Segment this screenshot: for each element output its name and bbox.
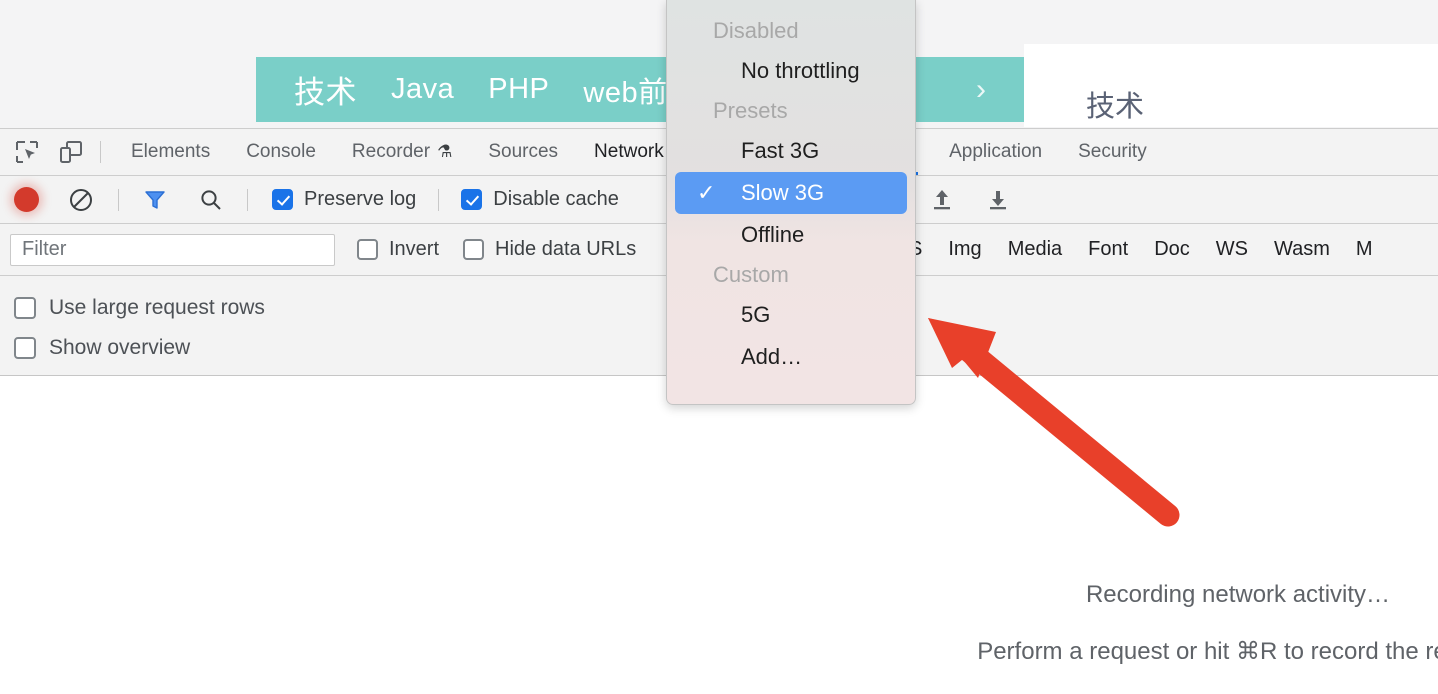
- search-icon[interactable]: [199, 188, 223, 212]
- filter-funnel-icon[interactable]: [143, 188, 167, 212]
- large-rows-label: Use large request rows: [49, 296, 265, 320]
- filter-type-wasm[interactable]: Wasm: [1261, 238, 1343, 261]
- filter-type-media[interactable]: Media: [995, 238, 1075, 261]
- empty-state-line1: Recording network activity…: [958, 581, 1438, 609]
- nav-item-1[interactable]: Java: [391, 73, 454, 106]
- tab-console[interactable]: Console: [228, 128, 334, 176]
- filter-type-ws[interactable]: WS: [1203, 238, 1261, 261]
- preserve-log-box[interactable]: [272, 189, 293, 210]
- tab-application[interactable]: Application: [931, 128, 1060, 176]
- inspect-element-icon[interactable]: [10, 135, 44, 169]
- nav-item-0[interactable]: 技术: [294, 67, 357, 112]
- hide-data-urls-checkbox[interactable]: Hide data URLs: [463, 238, 636, 261]
- hide-data-urls-label: Hide data URLs: [495, 238, 636, 261]
- record-button-icon[interactable]: [14, 187, 39, 212]
- disable-cache-label: Disable cache: [493, 188, 619, 211]
- tab-elements-label: Elements: [131, 128, 210, 176]
- export-har-icon[interactable]: [986, 187, 1010, 213]
- tab-recorder[interactable]: Recorder ⚗: [334, 128, 470, 176]
- webpage-content-card: 技术: [1024, 44, 1438, 127]
- tab-sources-label: Sources: [488, 128, 558, 176]
- network-request-area: Recording network activity… Perform a re…: [0, 376, 1438, 676]
- device-toolbar-icon[interactable]: [54, 135, 88, 169]
- clear-icon[interactable]: [68, 187, 94, 213]
- preserve-log-checkbox[interactable]: Preserve log: [272, 188, 416, 211]
- menu-item-offline[interactable]: Offline: [675, 214, 907, 256]
- menu-group-custom: Custom: [667, 256, 915, 294]
- filter-type-manifest[interactable]: M: [1343, 238, 1386, 261]
- menu-group-presets: Presets: [667, 92, 915, 130]
- throttling-dropdown-menu[interactable]: Disabled No throttling Presets Fast 3G ✓…: [666, 0, 916, 405]
- flask-icon: ⚗: [437, 128, 452, 176]
- tabbar-divider: [100, 141, 101, 163]
- menu-item-no-throttling[interactable]: No throttling: [675, 50, 907, 92]
- page-title: 技术: [1086, 83, 1144, 125]
- toolbar-divider-2: [247, 189, 248, 211]
- preserve-log-label: Preserve log: [304, 188, 416, 211]
- menu-item-fast-3g[interactable]: Fast 3G: [675, 130, 907, 172]
- filter-input[interactable]: [10, 234, 335, 266]
- menu-item-slow-3g[interactable]: ✓ Slow 3G: [675, 172, 907, 214]
- filter-type-font[interactable]: Font: [1075, 238, 1141, 261]
- hide-data-urls-box[interactable]: [463, 239, 484, 260]
- menu-group-disabled: Disabled: [667, 12, 915, 50]
- menu-item-no-throttling-label: No throttling: [741, 58, 860, 84]
- network-empty-state: Recording network activity… Perform a re…: [958, 581, 1438, 666]
- resource-type-filters: CSS Img Media Font Doc WS Wasm M: [868, 238, 1385, 261]
- menu-item-offline-label: Offline: [741, 222, 804, 248]
- menu-item-add-label: Add…: [741, 344, 802, 370]
- menu-item-5g[interactable]: 5G: [675, 294, 907, 336]
- toolbar-divider-3: [438, 189, 439, 211]
- import-har-icon[interactable]: [930, 187, 954, 213]
- filter-type-img[interactable]: Img: [935, 238, 994, 261]
- tab-recorder-label: Recorder: [352, 128, 430, 176]
- tab-security-label: Security: [1078, 128, 1147, 176]
- tab-sources[interactable]: Sources: [470, 128, 576, 176]
- menu-item-fast-3g-label: Fast 3G: [741, 138, 819, 164]
- tab-console-label: Console: [246, 128, 316, 176]
- chevron-right-icon[interactable]: ›: [976, 73, 986, 107]
- menu-item-slow-3g-label: Slow 3G: [741, 180, 824, 206]
- menu-item-add[interactable]: Add…: [675, 336, 907, 378]
- toolbar-divider-1: [118, 189, 119, 211]
- tab-security[interactable]: Security: [1060, 128, 1165, 176]
- filter-type-doc[interactable]: Doc: [1141, 238, 1203, 261]
- disable-cache-box[interactable]: [461, 189, 482, 210]
- screenshot-root: 技术 Java PHP web前端 › 技术 Element: [0, 0, 1438, 694]
- empty-state-line2: Perform a request or hit ⌘R to record th…: [958, 637, 1438, 666]
- tab-elements[interactable]: Elements: [113, 128, 228, 176]
- invert-box[interactable]: [357, 239, 378, 260]
- checkmark-icon: ✓: [697, 180, 715, 206]
- tab-application-label: Application: [949, 128, 1042, 176]
- nav-item-2[interactable]: PHP: [488, 73, 549, 106]
- tab-network-label: Network: [594, 128, 664, 176]
- invert-label: Invert: [389, 238, 439, 261]
- show-overview-label: Show overview: [49, 336, 190, 360]
- large-rows-box[interactable]: [14, 297, 36, 319]
- disable-cache-checkbox[interactable]: Disable cache: [461, 188, 619, 211]
- menu-item-5g-label: 5G: [741, 302, 770, 328]
- show-overview-box[interactable]: [14, 337, 36, 359]
- invert-checkbox[interactable]: Invert: [357, 238, 439, 261]
